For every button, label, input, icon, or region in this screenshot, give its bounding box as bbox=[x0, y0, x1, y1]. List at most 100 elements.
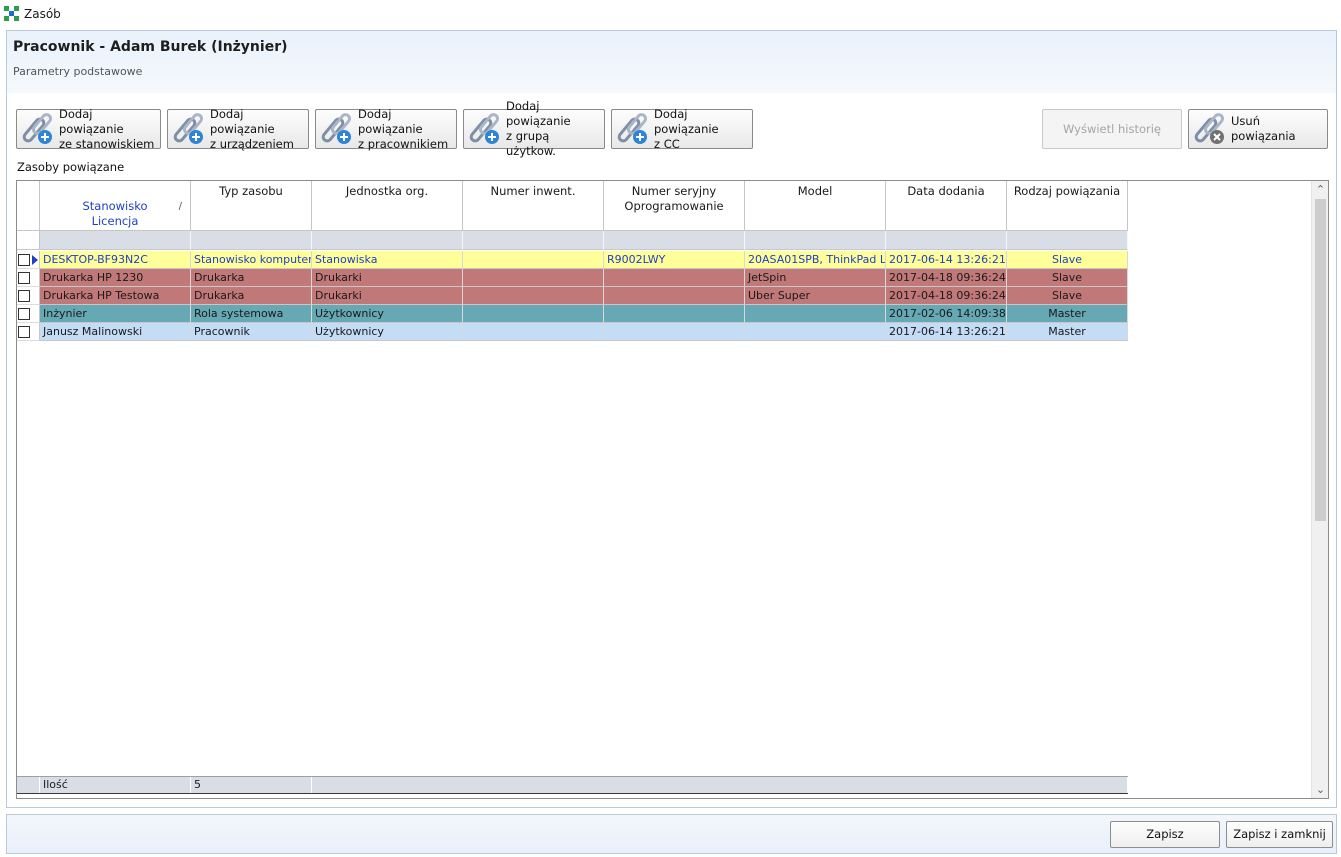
scroll-up-icon[interactable]: ⌃ bbox=[1312, 181, 1328, 198]
save-and-close-button[interactable]: Zapisz i zamknij bbox=[1226, 821, 1333, 848]
page-title: Pracownik - Adam Burek (Inżynier) bbox=[13, 39, 288, 55]
cell-org-unit: Drukarki bbox=[312, 269, 463, 287]
window-titlebar: Zasób bbox=[0, 0, 1341, 28]
row-checkbox[interactable] bbox=[18, 290, 30, 302]
cell-type: Drukarka bbox=[191, 269, 312, 287]
remove-links-label: Usuń powiązania bbox=[1231, 114, 1296, 143]
filter-cell-link-type[interactable] bbox=[1007, 231, 1128, 250]
cell-resource: Janusz Malinowski bbox=[40, 323, 191, 341]
cell-serial-number bbox=[604, 269, 745, 287]
main-panel: Pracownik - Adam Burek (Inżynier) Parame… bbox=[6, 30, 1337, 808]
table-row[interactable]: Janusz Malinowski Pracownik Użytkownicy 201… bbox=[17, 323, 1128, 341]
cell-org-unit: Stanowiska bbox=[312, 251, 463, 269]
add-link-device-label: Dodaj powiązanie z urządzeniem bbox=[210, 106, 294, 151]
cell-model bbox=[745, 305, 886, 323]
cell-type: Pracownik bbox=[191, 323, 312, 341]
add-link-cc-button[interactable]: Dodaj powiązanie z CC bbox=[611, 107, 753, 151]
app-icon bbox=[4, 6, 20, 22]
cell-resource: Inżynier bbox=[40, 305, 191, 323]
table-row[interactable]: DESKTOP-BF93N2CStanowisko komputeroweSta… bbox=[17, 251, 1128, 269]
section-label: Zasoby powiązane bbox=[17, 160, 125, 174]
show-history-button[interactable]: Wyświetl historię bbox=[1042, 109, 1182, 149]
column-header-resource[interactable]: Stanowisko Licencja Urządzenie / bbox=[40, 181, 191, 243]
cell-inventory-number bbox=[463, 251, 604, 269]
row-checkbox[interactable] bbox=[18, 254, 30, 266]
column-header-inventory-number[interactable]: Numer inwent. bbox=[463, 181, 604, 231]
cell-type: Rola systemowa bbox=[191, 305, 312, 323]
filter-cell-resource[interactable] bbox=[40, 231, 191, 250]
add-link-device-button[interactable]: Dodaj powiązanie z urządzeniem bbox=[167, 106, 309, 151]
filter-row bbox=[17, 231, 1128, 250]
filter-cell-date-added[interactable] bbox=[886, 231, 1007, 250]
footer-count-value: 5 bbox=[191, 777, 312, 793]
current-row-indicator-icon bbox=[32, 255, 38, 265]
filter-cell-serial-number[interactable] bbox=[604, 231, 745, 250]
show-history-label: Wyświetl historię bbox=[1062, 121, 1162, 136]
cell-org-unit: Drukarki bbox=[312, 287, 463, 305]
add-link-group-button[interactable]: Dodaj powiązanie z grupą użytkow. bbox=[463, 99, 605, 158]
cell-date-added: 2017-04-18 09:36:24 bbox=[886, 287, 1007, 305]
column-header-link-type[interactable]: Rodzaj powiązania bbox=[1007, 181, 1128, 231]
scrollbar-thumb[interactable] bbox=[1315, 199, 1326, 521]
table-row[interactable]: Drukarka HP Testowa Drukarka Drukarki Uber … bbox=[17, 287, 1128, 305]
cell-resource: Drukarka HP Testowa bbox=[40, 287, 191, 305]
filter-cell-type[interactable] bbox=[191, 231, 312, 250]
cell-serial-number bbox=[604, 305, 745, 323]
table-row[interactable]: Drukarka HP 1230 Drukarka Drukarki JetSpin 2… bbox=[17, 269, 1128, 287]
header-area: Pracownik - Adam Burek (Inżynier) Parame… bbox=[7, 31, 1336, 93]
cell-link-type: Slave bbox=[1007, 287, 1128, 305]
cell-inventory-number bbox=[463, 323, 604, 341]
column-header-model[interactable]: Model bbox=[745, 181, 886, 231]
cell-model: JetSpin bbox=[745, 269, 886, 287]
filter-cell-inventory-number[interactable] bbox=[463, 231, 604, 250]
row-checkbox[interactable] bbox=[18, 308, 30, 320]
cell-date-added: 2017-06-14 13:26:21 bbox=[886, 251, 1007, 269]
link-add-icon bbox=[173, 113, 203, 144]
add-link-position-button[interactable]: Dodaj powiązanie ze stanowiskiem bbox=[16, 107, 161, 151]
row-select-cell bbox=[17, 323, 40, 341]
cell-serial-number bbox=[604, 287, 745, 305]
column-header-type[interactable]: Typ zasobu bbox=[191, 181, 312, 231]
linked-resources-grid: Stanowisko Licencja Urządzenie / Typ zas… bbox=[16, 180, 1329, 799]
cell-type: Drukarka bbox=[191, 287, 312, 305]
table-row[interactable]: Inżynier Rola systemowa Użytkownicy 2017-02… bbox=[17, 305, 1128, 323]
cell-link-type: Master bbox=[1007, 323, 1128, 341]
footer-count-label: Ilość bbox=[40, 777, 191, 793]
cell-org-unit: Użytkownicy bbox=[312, 305, 463, 323]
cell-date-added: 2017-06-14 13:26:21 bbox=[886, 323, 1007, 341]
sort-icon: / bbox=[178, 201, 182, 212]
link-remove-icon bbox=[1194, 113, 1224, 144]
row-select-cell bbox=[17, 287, 40, 305]
add-link-employee-button[interactable]: Dodaj powiązanie z pracownikiem bbox=[315, 106, 457, 151]
filter-cell-org-unit[interactable] bbox=[312, 231, 463, 250]
cell-model: 20ASA01SPB, ThinkPad L440 bbox=[745, 251, 886, 269]
window-title: Zasób bbox=[24, 7, 61, 21]
cell-type: Stanowisko komputerowe bbox=[191, 251, 312, 269]
row-checkbox[interactable] bbox=[18, 326, 30, 338]
cell-model bbox=[745, 323, 886, 341]
cell-resource: Drukarka HP 1230 bbox=[40, 269, 191, 287]
footer-filler bbox=[312, 777, 1128, 793]
filter-cell-model[interactable] bbox=[745, 231, 886, 250]
scroll-down-icon[interactable]: ⌄ bbox=[1312, 781, 1328, 798]
column-header-org-unit[interactable]: Jednostka org. bbox=[312, 181, 463, 231]
bottom-action-panel: Zapisz Zapisz i zamknij bbox=[6, 814, 1337, 854]
link-add-icon bbox=[469, 113, 499, 144]
cell-link-type: Slave bbox=[1007, 269, 1128, 287]
vertical-scrollbar[interactable]: ⌃ ⌄ bbox=[1311, 181, 1328, 798]
filter-cell bbox=[17, 231, 40, 250]
remove-links-button[interactable]: Usuń powiązania bbox=[1188, 109, 1328, 149]
footer-spacer bbox=[17, 777, 40, 793]
link-add-icon bbox=[617, 113, 647, 144]
add-link-employee-label: Dodaj powiązanie z pracownikiem bbox=[358, 106, 449, 151]
cell-resource: DESKTOP-BF93N2C bbox=[40, 251, 191, 269]
grid-footer: Ilość 5 bbox=[17, 776, 1128, 794]
link-add-icon bbox=[22, 113, 52, 144]
link-add-icon bbox=[321, 113, 351, 144]
save-button[interactable]: Zapisz bbox=[1110, 821, 1220, 848]
row-checkbox[interactable] bbox=[18, 272, 30, 284]
cell-org-unit: Użytkownicy bbox=[312, 323, 463, 341]
cell-serial-number bbox=[604, 323, 745, 341]
column-header-date-added[interactable]: Data dodania bbox=[886, 181, 1007, 231]
column-header-serial-number[interactable]: Numer seryjny Oprogramowanie bbox=[604, 181, 745, 231]
